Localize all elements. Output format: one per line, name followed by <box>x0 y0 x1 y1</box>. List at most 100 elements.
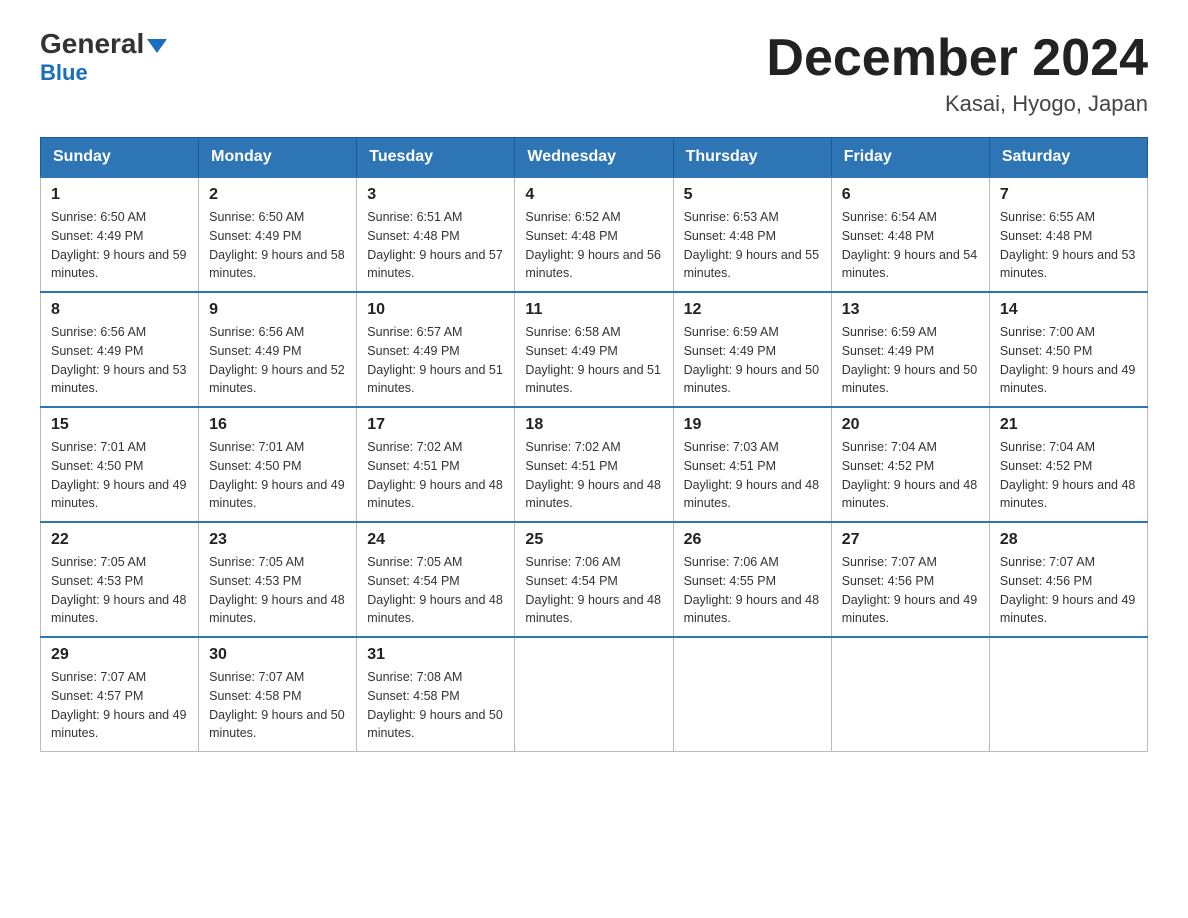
day-info: Sunrise: 6:59 AMSunset: 4:49 PMDaylight:… <box>684 325 820 395</box>
day-number: 3 <box>367 186 504 204</box>
day-info: Sunrise: 6:58 AMSunset: 4:49 PMDaylight:… <box>525 325 661 395</box>
table-row: 9 Sunrise: 6:56 AMSunset: 4:49 PMDayligh… <box>199 292 357 407</box>
table-row: 20 Sunrise: 7:04 AMSunset: 4:52 PMDaylig… <box>831 407 989 522</box>
table-row <box>515 637 673 752</box>
day-info: Sunrise: 6:53 AMSunset: 4:48 PMDaylight:… <box>684 210 820 280</box>
table-row: 24 Sunrise: 7:05 AMSunset: 4:54 PMDaylig… <box>357 522 515 637</box>
header-monday: Monday <box>199 138 357 178</box>
header-friday: Friday <box>831 138 989 178</box>
header-wednesday: Wednesday <box>515 138 673 178</box>
week-row-1: 1 Sunrise: 6:50 AMSunset: 4:49 PMDayligh… <box>41 177 1148 292</box>
logo: General Blue <box>40 30 167 86</box>
table-row: 27 Sunrise: 7:07 AMSunset: 4:56 PMDaylig… <box>831 522 989 637</box>
day-info: Sunrise: 7:06 AMSunset: 4:54 PMDaylight:… <box>525 555 661 625</box>
day-info: Sunrise: 7:03 AMSunset: 4:51 PMDaylight:… <box>684 440 820 510</box>
table-row: 17 Sunrise: 7:02 AMSunset: 4:51 PMDaylig… <box>357 407 515 522</box>
table-row <box>989 637 1147 752</box>
day-number: 1 <box>51 186 188 204</box>
table-row: 16 Sunrise: 7:01 AMSunset: 4:50 PMDaylig… <box>199 407 357 522</box>
table-row: 25 Sunrise: 7:06 AMSunset: 4:54 PMDaylig… <box>515 522 673 637</box>
header-sunday: Sunday <box>41 138 199 178</box>
day-number: 12 <box>684 301 821 319</box>
day-number: 30 <box>209 646 346 664</box>
table-row: 14 Sunrise: 7:00 AMSunset: 4:50 PMDaylig… <box>989 292 1147 407</box>
table-row: 26 Sunrise: 7:06 AMSunset: 4:55 PMDaylig… <box>673 522 831 637</box>
day-info: Sunrise: 7:07 AMSunset: 4:56 PMDaylight:… <box>1000 555 1136 625</box>
table-row: 29 Sunrise: 7:07 AMSunset: 4:57 PMDaylig… <box>41 637 199 752</box>
day-number: 15 <box>51 416 188 434</box>
table-row: 13 Sunrise: 6:59 AMSunset: 4:49 PMDaylig… <box>831 292 989 407</box>
week-row-4: 22 Sunrise: 7:05 AMSunset: 4:53 PMDaylig… <box>41 522 1148 637</box>
week-row-5: 29 Sunrise: 7:07 AMSunset: 4:57 PMDaylig… <box>41 637 1148 752</box>
day-number: 2 <box>209 186 346 204</box>
logo-triangle-icon <box>147 39 167 53</box>
day-info: Sunrise: 7:05 AMSunset: 4:53 PMDaylight:… <box>51 555 187 625</box>
day-info: Sunrise: 7:07 AMSunset: 4:58 PMDaylight:… <box>209 670 345 740</box>
day-number: 5 <box>684 186 821 204</box>
day-info: Sunrise: 6:55 AMSunset: 4:48 PMDaylight:… <box>1000 210 1136 280</box>
table-row <box>673 637 831 752</box>
day-number: 7 <box>1000 186 1137 204</box>
day-number: 17 <box>367 416 504 434</box>
day-number: 10 <box>367 301 504 319</box>
table-row: 1 Sunrise: 6:50 AMSunset: 4:49 PMDayligh… <box>41 177 199 292</box>
week-row-2: 8 Sunrise: 6:56 AMSunset: 4:49 PMDayligh… <box>41 292 1148 407</box>
table-row: 18 Sunrise: 7:02 AMSunset: 4:51 PMDaylig… <box>515 407 673 522</box>
day-number: 14 <box>1000 301 1137 319</box>
week-row-3: 15 Sunrise: 7:01 AMSunset: 4:50 PMDaylig… <box>41 407 1148 522</box>
calendar-header-row: Sunday Monday Tuesday Wednesday Thursday… <box>41 138 1148 178</box>
day-info: Sunrise: 7:02 AMSunset: 4:51 PMDaylight:… <box>367 440 503 510</box>
day-info: Sunrise: 6:59 AMSunset: 4:49 PMDaylight:… <box>842 325 978 395</box>
day-number: 9 <box>209 301 346 319</box>
calendar-subtitle: Kasai, Hyogo, Japan <box>766 91 1148 117</box>
table-row: 4 Sunrise: 6:52 AMSunset: 4:48 PMDayligh… <box>515 177 673 292</box>
table-row: 22 Sunrise: 7:05 AMSunset: 4:53 PMDaylig… <box>41 522 199 637</box>
day-info: Sunrise: 7:04 AMSunset: 4:52 PMDaylight:… <box>842 440 978 510</box>
day-number: 6 <box>842 186 979 204</box>
day-number: 21 <box>1000 416 1137 434</box>
day-info: Sunrise: 6:51 AMSunset: 4:48 PMDaylight:… <box>367 210 503 280</box>
table-row: 2 Sunrise: 6:50 AMSunset: 4:49 PMDayligh… <box>199 177 357 292</box>
logo-general: General <box>40 30 167 58</box>
day-info: Sunrise: 7:04 AMSunset: 4:52 PMDaylight:… <box>1000 440 1136 510</box>
day-info: Sunrise: 7:08 AMSunset: 4:58 PMDaylight:… <box>367 670 503 740</box>
day-number: 8 <box>51 301 188 319</box>
day-number: 25 <box>525 531 662 549</box>
day-info: Sunrise: 7:02 AMSunset: 4:51 PMDaylight:… <box>525 440 661 510</box>
day-info: Sunrise: 6:52 AMSunset: 4:48 PMDaylight:… <box>525 210 661 280</box>
table-row: 5 Sunrise: 6:53 AMSunset: 4:48 PMDayligh… <box>673 177 831 292</box>
day-info: Sunrise: 7:01 AMSunset: 4:50 PMDaylight:… <box>209 440 345 510</box>
day-info: Sunrise: 7:07 AMSunset: 4:56 PMDaylight:… <box>842 555 978 625</box>
table-row: 30 Sunrise: 7:07 AMSunset: 4:58 PMDaylig… <box>199 637 357 752</box>
day-number: 18 <box>525 416 662 434</box>
day-info: Sunrise: 6:56 AMSunset: 4:49 PMDaylight:… <box>209 325 345 395</box>
day-number: 27 <box>842 531 979 549</box>
table-row: 11 Sunrise: 6:58 AMSunset: 4:49 PMDaylig… <box>515 292 673 407</box>
table-row: 23 Sunrise: 7:05 AMSunset: 4:53 PMDaylig… <box>199 522 357 637</box>
table-row: 31 Sunrise: 7:08 AMSunset: 4:58 PMDaylig… <box>357 637 515 752</box>
calendar-title: December 2024 <box>766 30 1148 87</box>
header-saturday: Saturday <box>989 138 1147 178</box>
day-number: 19 <box>684 416 821 434</box>
day-info: Sunrise: 7:00 AMSunset: 4:50 PMDaylight:… <box>1000 325 1136 395</box>
day-info: Sunrise: 7:05 AMSunset: 4:54 PMDaylight:… <box>367 555 503 625</box>
day-number: 20 <box>842 416 979 434</box>
day-number: 22 <box>51 531 188 549</box>
day-number: 31 <box>367 646 504 664</box>
day-number: 24 <box>367 531 504 549</box>
day-number: 16 <box>209 416 346 434</box>
day-number: 11 <box>525 301 662 319</box>
day-info: Sunrise: 7:07 AMSunset: 4:57 PMDaylight:… <box>51 670 187 740</box>
day-info: Sunrise: 6:54 AMSunset: 4:48 PMDaylight:… <box>842 210 978 280</box>
day-number: 23 <box>209 531 346 549</box>
day-info: Sunrise: 6:57 AMSunset: 4:49 PMDaylight:… <box>367 325 503 395</box>
table-row: 7 Sunrise: 6:55 AMSunset: 4:48 PMDayligh… <box>989 177 1147 292</box>
day-number: 4 <box>525 186 662 204</box>
page-header: General Blue December 2024 Kasai, Hyogo,… <box>40 30 1148 117</box>
day-number: 13 <box>842 301 979 319</box>
table-row: 19 Sunrise: 7:03 AMSunset: 4:51 PMDaylig… <box>673 407 831 522</box>
table-row: 28 Sunrise: 7:07 AMSunset: 4:56 PMDaylig… <box>989 522 1147 637</box>
calendar-table: Sunday Monday Tuesday Wednesday Thursday… <box>40 137 1148 752</box>
day-number: 26 <box>684 531 821 549</box>
day-info: Sunrise: 7:05 AMSunset: 4:53 PMDaylight:… <box>209 555 345 625</box>
